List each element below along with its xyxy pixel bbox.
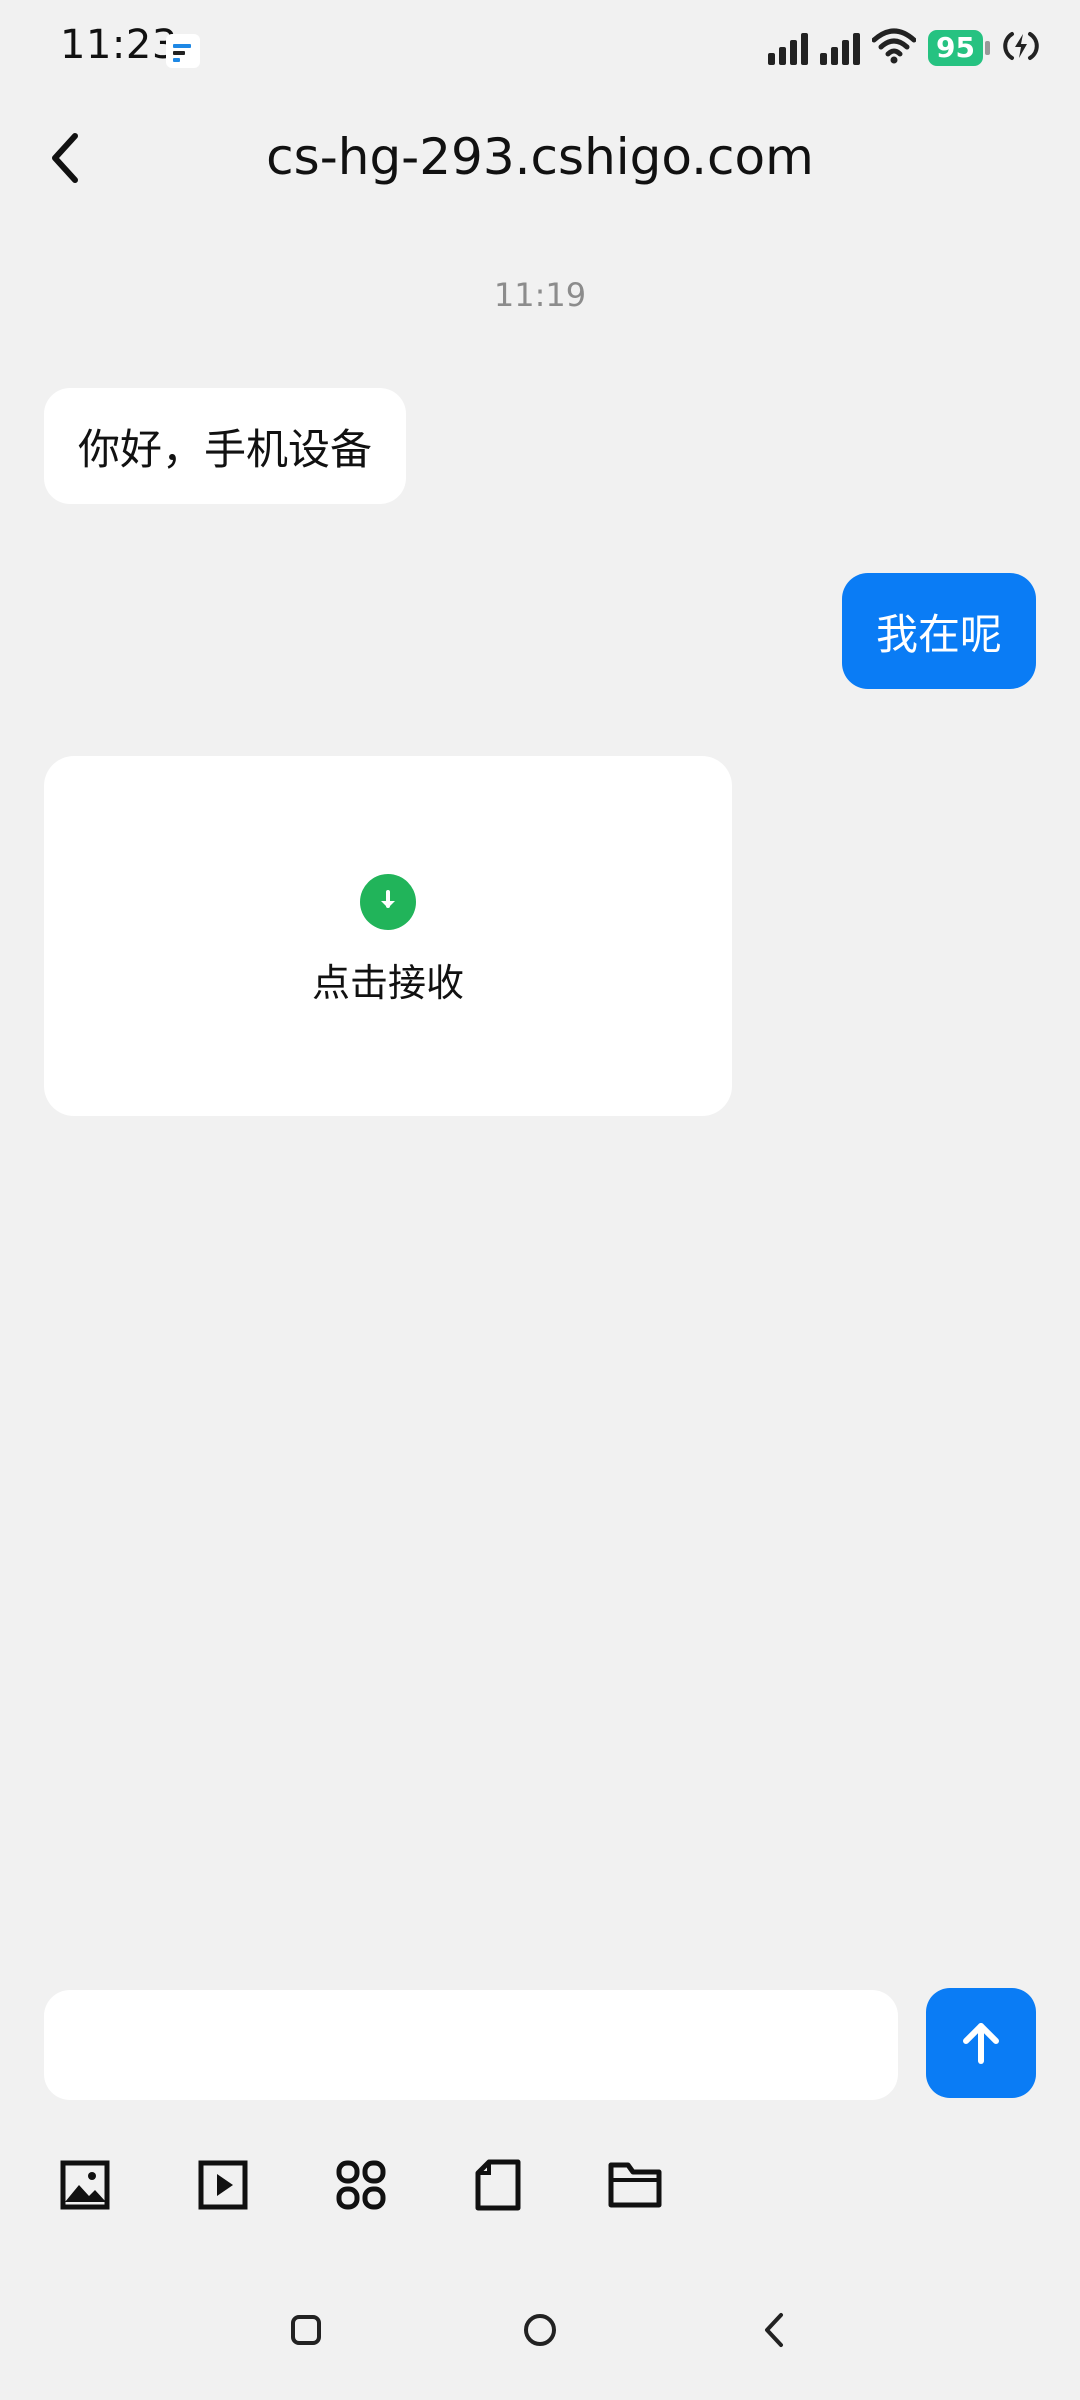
signal-icon: [820, 31, 861, 65]
battery-icon: 95: [928, 30, 990, 66]
file-icon: [475, 2159, 521, 2211]
video-icon: [198, 2160, 248, 2210]
home-icon: [524, 2314, 556, 2346]
page-title: cs-hg-293.cshigo.com: [266, 128, 814, 186]
message-text: 我在呢: [875, 609, 1002, 659]
wifi-icon: [871, 28, 917, 68]
file-receive-card[interactable]: 点击接收: [44, 756, 732, 1116]
folder-icon: [608, 2162, 662, 2208]
send-button[interactable]: [926, 1988, 1036, 2098]
outgoing-message[interactable]: 我在呢: [841, 573, 1036, 689]
incoming-message[interactable]: 你好，手机设备: [44, 388, 407, 504]
signal-icon: [768, 31, 809, 65]
status-time: 11:23: [60, 22, 178, 68]
image-button[interactable]: [50, 2150, 120, 2220]
video-button[interactable]: [188, 2150, 258, 2220]
app-notification-icon: [166, 34, 200, 68]
nav-back-button[interactable]: [744, 2300, 804, 2360]
status-icons: 95: [768, 26, 1040, 70]
system-nav-bar: [0, 2290, 1080, 2370]
message-text: 你好，手机设备: [78, 424, 373, 474]
message-timestamp: 11:19: [493, 276, 587, 314]
status-bar: 11:23 95: [0, 0, 1080, 100]
charging-icon: [1002, 28, 1040, 68]
message-input[interactable]: [44, 1990, 898, 2100]
recents-button[interactable]: [276, 2300, 336, 2360]
arrow-up-icon: [963, 2023, 999, 2064]
battery-level: 95: [928, 30, 983, 66]
back-icon: [765, 2313, 783, 2347]
folder-button[interactable]: [600, 2150, 670, 2220]
file-button[interactable]: [463, 2150, 533, 2220]
receive-label: 点击接收: [311, 961, 464, 1005]
recents-icon: [291, 2315, 321, 2345]
image-icon: [60, 2160, 110, 2210]
header: cs-hg-293.cshigo.com: [0, 100, 1080, 220]
apps-button[interactable]: [326, 2150, 396, 2220]
apps-icon: [336, 2160, 386, 2210]
home-button[interactable]: [510, 2300, 570, 2360]
download-icon: [360, 874, 416, 930]
attachment-toolbar: [0, 2150, 1080, 2220]
